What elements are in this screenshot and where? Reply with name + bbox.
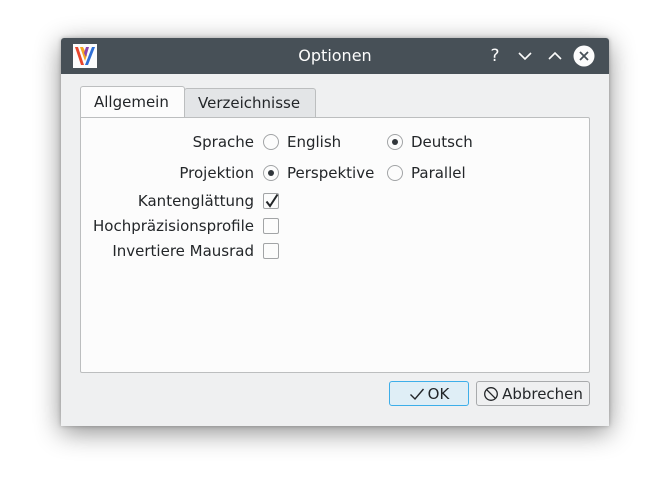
ok-button[interactable]: OK <box>389 381 469 406</box>
general-settings-panel: Sprache English Deutsch Projektion Persp… <box>80 117 590 373</box>
radio-perspektive[interactable] <box>263 165 279 181</box>
radio-perspektive-label[interactable]: Perspektive <box>287 164 374 182</box>
screen: Optionen ? Allgemein Verzeichnisse Sprac… <box>0 0 670 487</box>
cancel-button[interactable]: Abbrechen <box>476 381 590 406</box>
cancel-icon <box>484 386 499 401</box>
radio-parallel[interactable] <box>387 165 403 181</box>
check-icon <box>409 388 424 400</box>
antialiasing-checkbox[interactable] <box>263 193 279 209</box>
tab-allgemein[interactable]: Allgemein <box>80 86 185 117</box>
high-precision-profiles-label: Hochpräzisionsprofile <box>93 217 254 235</box>
high-precision-profiles-checkbox[interactable] <box>263 218 279 234</box>
radio-english[interactable] <box>263 134 279 150</box>
titlebar[interactable]: Optionen ? <box>61 38 609 74</box>
help-button[interactable]: ? <box>484 45 506 67</box>
checkmark-icon <box>265 193 279 208</box>
projection-label: Projektion <box>179 164 254 182</box>
radio-deutsch-label[interactable]: Deutsch <box>411 133 473 151</box>
tab-verzeichnisse[interactable]: Verzeichnisse <box>184 88 316 117</box>
invert-mouse-wheel-label: Invertiere Mausrad <box>112 242 254 260</box>
invert-mouse-wheel-checkbox[interactable] <box>263 243 279 259</box>
radio-english-label[interactable]: English <box>287 133 341 151</box>
close-button[interactable] <box>573 45 595 67</box>
antialiasing-label: Kantenglättung <box>137 192 254 210</box>
ok-label: OK <box>427 384 450 403</box>
language-label: Sprache <box>192 133 254 151</box>
radio-parallel-label[interactable]: Parallel <box>411 164 466 182</box>
radio-deutsch[interactable] <box>387 134 403 150</box>
chevron-down-icon <box>518 52 532 61</box>
options-dialog: Optionen ? Allgemein Verzeichnisse Sprac… <box>61 38 609 426</box>
close-circle-icon <box>573 45 595 67</box>
minimize-button[interactable] <box>514 45 536 67</box>
chevron-up-icon <box>548 51 562 60</box>
cancel-label: Abbrechen <box>502 384 583 403</box>
maximize-button[interactable] <box>544 45 566 67</box>
